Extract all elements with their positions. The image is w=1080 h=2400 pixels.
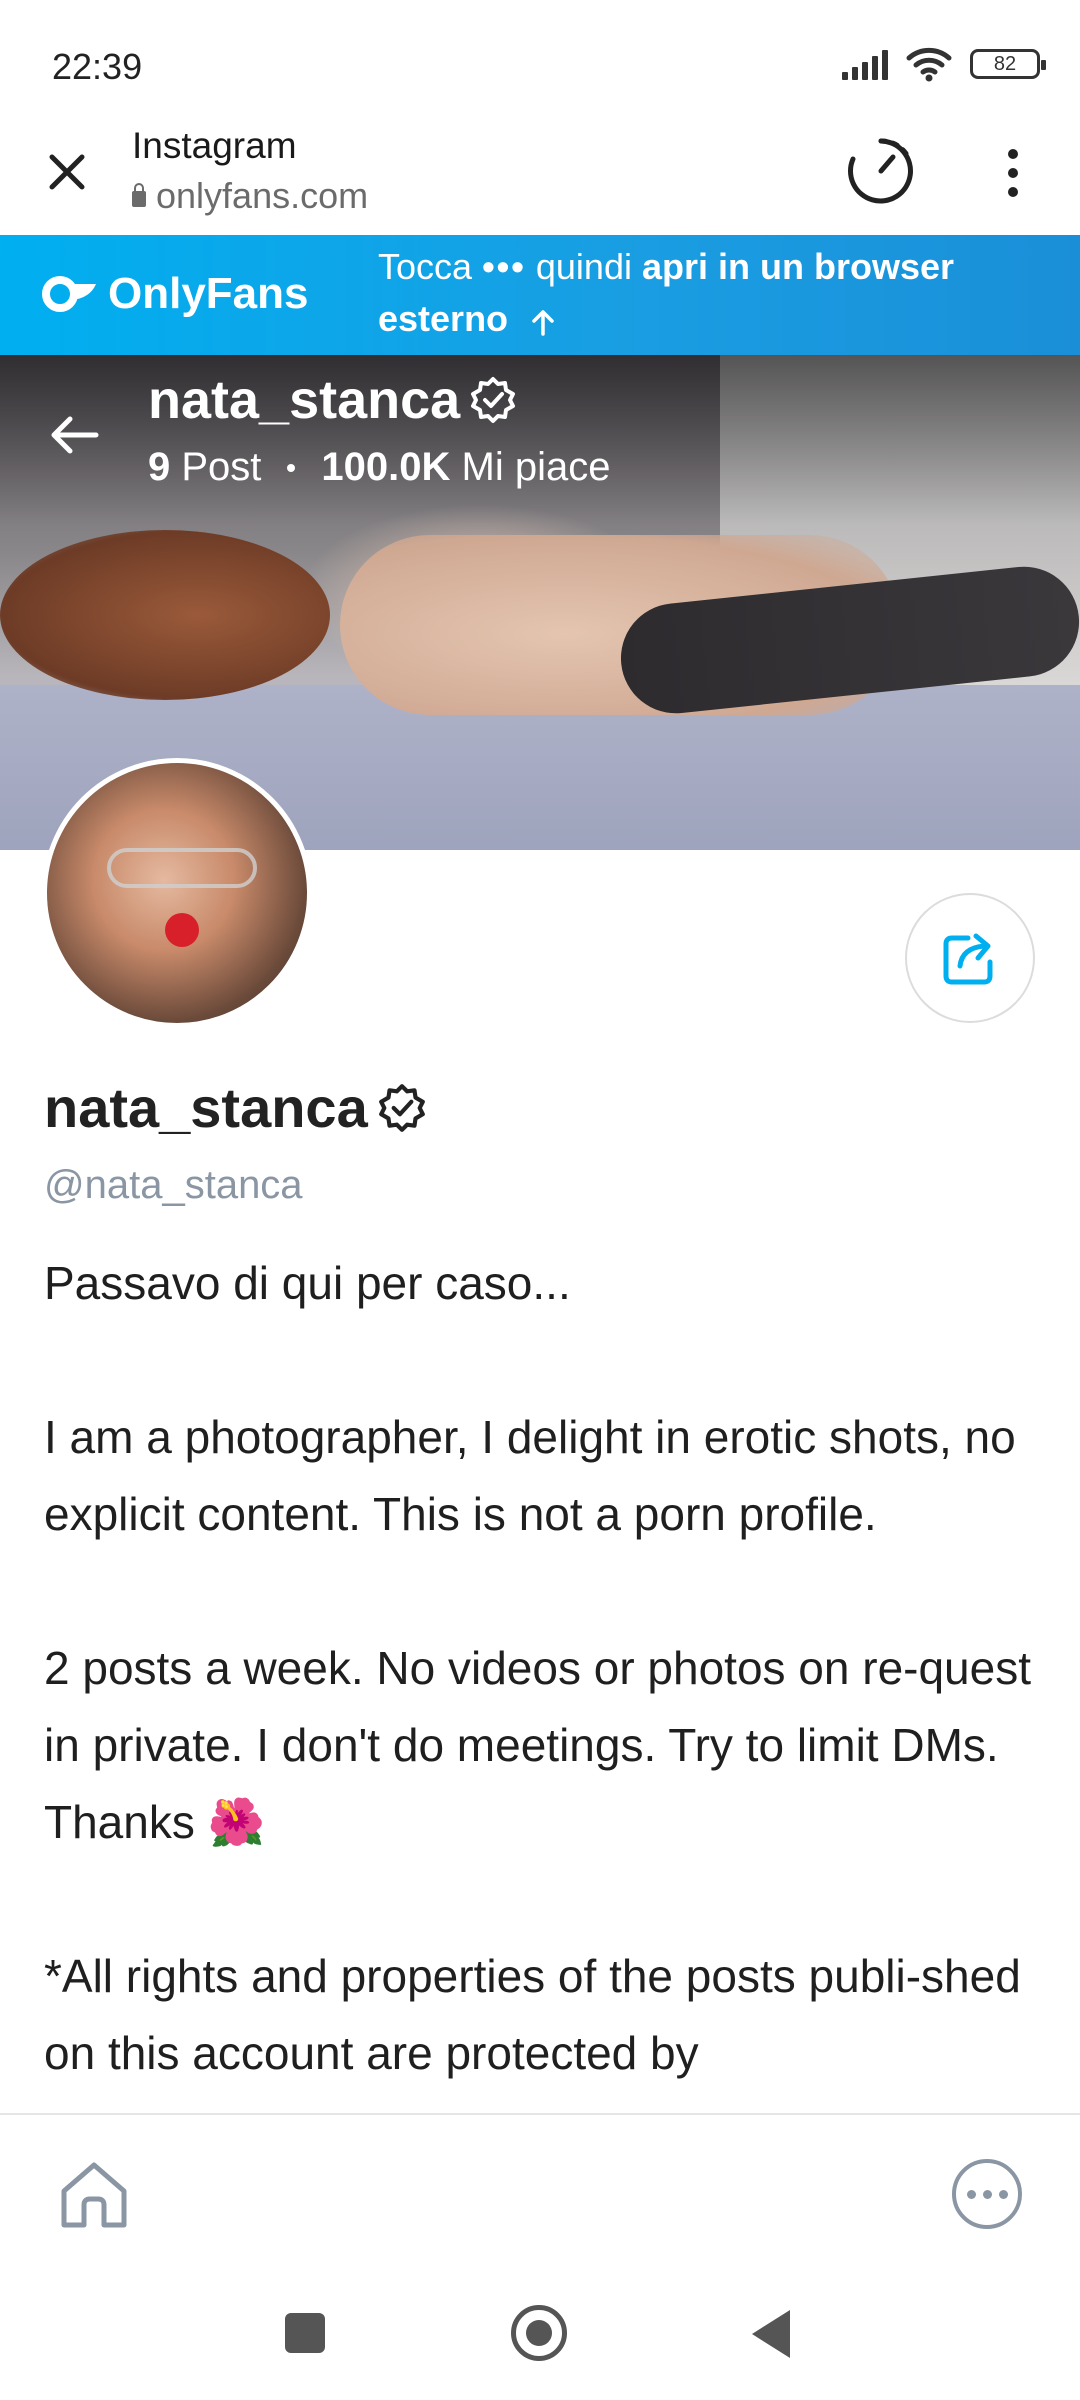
signal-icon (842, 48, 888, 80)
onlyfans-logo: OnlyFans (42, 269, 309, 319)
share-button[interactable] (905, 893, 1035, 1023)
more-vert-button[interactable] (995, 143, 1031, 203)
arrow-up-icon (532, 310, 554, 336)
browser-tab-header: Instagram onlyfans.com (0, 125, 1080, 235)
posts-label: Post (181, 445, 262, 489)
likes-label: Mi piace (461, 445, 611, 489)
likes-stat: 100.0K Mi piace (321, 445, 610, 490)
system-home-button[interactable] (511, 2305, 567, 2361)
home-button[interactable] (54, 2155, 134, 2235)
system-nav-bar (0, 2268, 1080, 2400)
banner-dots: ••• (482, 246, 526, 287)
system-back-button[interactable] (752, 2310, 790, 2358)
tab-url-text: onlyfans.com (156, 175, 369, 216)
status-time: 22:39 (52, 46, 143, 87)
onlyfans-logo-text: OnlyFans (108, 269, 309, 318)
back-button[interactable] (44, 405, 104, 465)
more-vert-icon (1008, 149, 1018, 159)
bio-paragraph: *All rights and properties of the posts … (44, 1950, 1021, 2079)
close-icon (49, 154, 85, 190)
onlyfans-logo-icon (42, 276, 96, 312)
recents-button[interactable] (285, 2313, 325, 2353)
open-in-browser-banner[interactable]: OnlyFans Tocca ••• quindi apri in un bro… (0, 235, 1080, 355)
avatar[interactable] (42, 758, 312, 1028)
battery-level: 82 (993, 52, 1017, 75)
more-horiz-icon (966, 2189, 976, 2199)
wifi-icon (906, 47, 952, 82)
cover-stats: 9 Post 100.0K Mi piace (148, 445, 610, 490)
timer-button[interactable] (845, 135, 917, 207)
cover-name-text: nata_stanca (148, 370, 461, 430)
battery-icon: 82 (970, 49, 1046, 79)
avatar-glasses (107, 848, 257, 888)
close-button[interactable] (40, 145, 94, 199)
banner-text: Tocca ••• quindi apri in un browser este… (378, 241, 1058, 345)
profile-handle: @nata_stanca (44, 1163, 303, 1207)
bio-paragraph: 2 posts a week. No videos or photos on r… (44, 1642, 1032, 1848)
share-icon (943, 933, 993, 985)
status-icons: 82 (842, 46, 1046, 82)
banner-text-middle: quindi (525, 246, 642, 287)
stats-separator (287, 463, 296, 472)
profile-name: nata_stanca (44, 1075, 428, 1140)
arrow-left-icon (51, 416, 99, 454)
status-bar: 22:39 82 (0, 0, 1080, 125)
tab-url[interactable]: onlyfans.com (132, 175, 368, 217)
bio-paragraph: I am a photographer, I delight in erotic… (44, 1411, 1016, 1540)
more-horiz-button[interactable] (952, 2159, 1022, 2229)
profile-bio: Passavo di qui per caso... I am a photog… (44, 1245, 1044, 2115)
bottom-nav (0, 2113, 1080, 2268)
cover-profile-name: nata_stanca (148, 369, 518, 431)
avatar-lollipop (165, 913, 199, 947)
posts-stat: 9 Post (148, 445, 261, 490)
lock-icon (132, 183, 146, 207)
verified-badge-icon (471, 377, 516, 423)
banner-text-prefix: Tocca (378, 246, 473, 287)
cover-figure-hair (0, 530, 330, 700)
home-icon (61, 2162, 127, 2228)
timer-icon (848, 138, 913, 204)
verified-badge-icon (378, 1083, 425, 1132)
tab-app-title: Instagram (132, 125, 297, 166)
profile-name-text: nata_stanca (44, 1076, 368, 1139)
posts-count: 9 (148, 445, 171, 489)
likes-count: 100.0K (321, 445, 451, 489)
bio-paragraph: Passavo di qui per caso... (44, 1257, 571, 1309)
